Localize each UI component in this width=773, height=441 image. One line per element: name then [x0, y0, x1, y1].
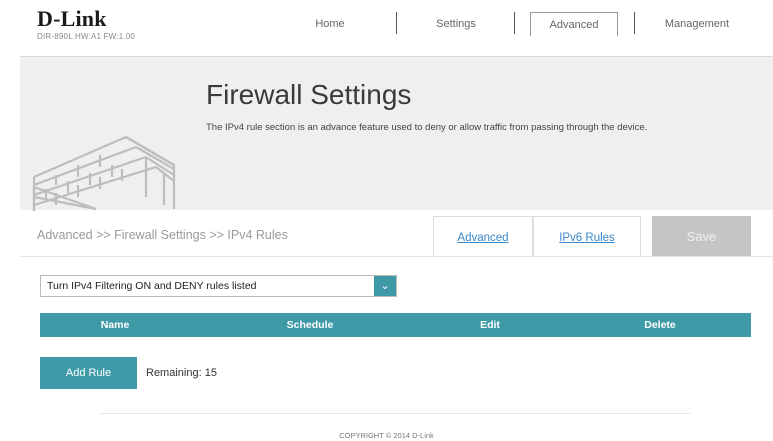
filter-mode-select[interactable]: Turn IPv4 Filtering ON and DENY rules li… — [40, 275, 397, 297]
nav-advanced[interactable]: Advanced — [530, 12, 618, 36]
ipv6-rules-link-button[interactable]: IPv6 Rules — [533, 216, 641, 256]
copyright-text: COPYRIGHT © 2014 D-Link — [339, 431, 434, 440]
column-name: Name — [100, 319, 130, 331]
filter-mode-value: Turn IPv4 Filtering ON and DENY rules li… — [47, 280, 257, 292]
breadcrumb: Advanced >> Firewall Settings >> IPv4 Ru… — [37, 228, 288, 242]
save-button[interactable]: Save — [652, 216, 751, 256]
nav-settings[interactable]: Settings — [416, 12, 496, 36]
nav-separator — [634, 12, 635, 34]
divider — [20, 256, 773, 257]
model-info: DIR-890L HW:A1 FW:1.00 — [37, 32, 136, 41]
brick-wall-icon — [32, 135, 176, 211]
column-edit: Edit — [480, 319, 500, 331]
dlink-logo: D-Link — [37, 6, 107, 31]
page-banner: Firewall Settings The IPv4 rule section … — [20, 56, 773, 211]
footer-divider — [100, 413, 690, 414]
advanced-link-button[interactable]: Advanced — [433, 216, 533, 256]
nav-separator — [514, 12, 515, 34]
page-title: Firewall Settings — [206, 79, 412, 110]
nav-management[interactable]: Management — [647, 12, 747, 36]
column-schedule: Schedule — [286, 319, 334, 331]
chevron-down-icon[interactable]: ⌄ — [374, 276, 396, 296]
add-rule-button[interactable]: Add Rule — [40, 357, 137, 389]
page-description: The IPv4 rule section is an advance feat… — [206, 122, 648, 133]
nav-separator — [396, 12, 397, 34]
rules-table-header: Name Schedule Edit Delete — [40, 313, 751, 337]
column-delete: Delete — [644, 319, 676, 331]
nav-home[interactable]: Home — [290, 12, 370, 36]
remaining-count: Remaining: 15 — [146, 367, 217, 379]
top-header: D-Link DIR-890L HW:A1 FW:1.00 Home Setti… — [0, 0, 773, 56]
